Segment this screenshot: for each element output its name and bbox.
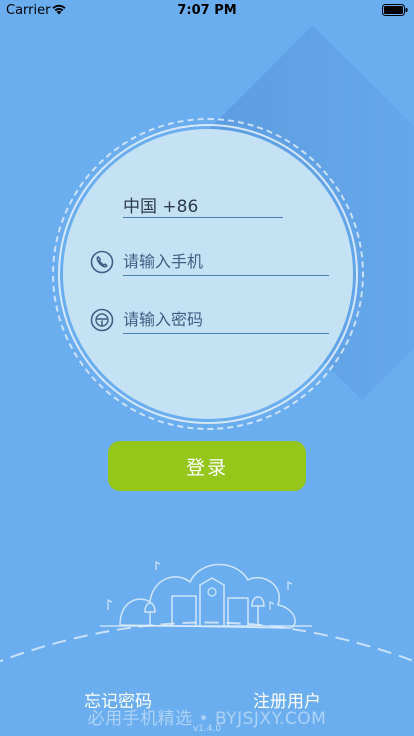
phone-input[interactable] [123, 248, 329, 274]
status-bar: Carrier 7:07 PM [0, 0, 414, 20]
login-button[interactable]: 登录 [108, 441, 306, 491]
password-input[interactable] [123, 306, 329, 332]
lock-icon [90, 308, 114, 332]
version-label: v1.4.0 [192, 724, 222, 734]
battery-icon [382, 4, 408, 16]
country-code-selector[interactable]: 中国 +86 [123, 188, 283, 218]
phone-icon [90, 250, 114, 274]
password-field[interactable] [123, 304, 329, 334]
country-code-label: 中国 +86 [123, 197, 199, 217]
clock: 7:07 PM [177, 3, 237, 18]
phone-field[interactable] [123, 246, 329, 276]
